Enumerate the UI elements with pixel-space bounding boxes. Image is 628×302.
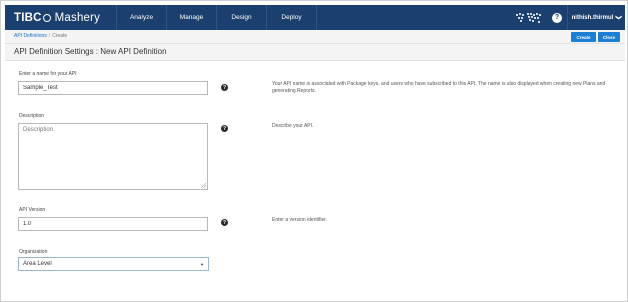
- breadcrumb-separator: /: [48, 33, 51, 39]
- description-textarea[interactable]: [18, 123, 208, 190]
- logo-tibco-text: TIBC: [14, 11, 42, 24]
- description-help-text: Describe your API.: [272, 123, 314, 129]
- close-button[interactable]: Close: [598, 32, 620, 42]
- breadcrumb-api-definitions[interactable]: API Definitions: [14, 33, 47, 39]
- user-name: nithish.thirmul: [571, 14, 614, 21]
- help-icon[interactable]: ?: [547, 5, 567, 30]
- create-button[interactable]: Create: [571, 32, 596, 42]
- organization-label: Organization: [19, 249, 48, 255]
- page-title: API Definition Settings : New API Defini…: [14, 47, 167, 56]
- top-navbar: TIBC Mashery Analyze Manage Design Deploy…: [5, 5, 625, 30]
- organization-select[interactable]: Area Level ▼: [18, 257, 209, 271]
- logo-product-text: Mashery: [54, 11, 101, 24]
- page: TIBC Mashery Analyze Manage Design Deploy…: [0, 0, 628, 302]
- description-label: Description: [19, 113, 45, 119]
- user-menu[interactable]: nithish.thirmul ❯: [567, 5, 625, 30]
- api-name-input[interactable]: [18, 81, 208, 95]
- nav-design[interactable]: Design: [217, 5, 267, 30]
- breadcrumb-bar: API Definitions / Create Create Close: [5, 30, 625, 44]
- organization-selected-value: Area Level: [23, 261, 52, 267]
- caret-down-icon: ▼: [200, 261, 204, 267]
- logo-circle-icon: [42, 13, 51, 22]
- resize-grip-icon[interactable]: [201, 183, 206, 188]
- world-map-icon: [511, 5, 547, 30]
- chevron-down-icon: ❯: [615, 14, 622, 21]
- nav-analyze[interactable]: Analyze: [117, 5, 167, 30]
- api-name-help-text: Your API name is associated with Package…: [272, 81, 606, 94]
- api-version-input[interactable]: [18, 217, 208, 231]
- breadcrumb: API Definitions / Create: [14, 33, 67, 39]
- title-bar: API Definition Settings : New API Defini…: [5, 44, 625, 61]
- nav-deploy[interactable]: Deploy: [267, 5, 317, 30]
- api-version-label: API Version: [19, 207, 46, 213]
- api-name-label: Enter a name for your API: [19, 71, 77, 77]
- help-icon-glyph: ?: [552, 12, 562, 23]
- api-name-help-icon[interactable]: ?: [221, 84, 228, 91]
- description-help-icon[interactable]: ?: [221, 125, 228, 132]
- breadcrumb-current: Create: [52, 33, 68, 39]
- api-version-help-icon[interactable]: ?: [221, 219, 228, 226]
- api-version-help-text: Enter a version identifier.: [272, 217, 328, 223]
- nav-manage[interactable]: Manage: [167, 5, 217, 30]
- tibco-mashery-logo[interactable]: TIBC Mashery: [5, 5, 117, 30]
